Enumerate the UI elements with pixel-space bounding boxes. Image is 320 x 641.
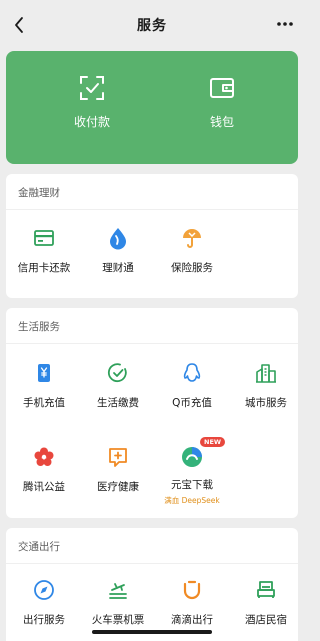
payment-panel: 收付款 钱包 [6,51,298,164]
flower-icon [34,447,54,466]
bed-icon [257,581,275,598]
item-label: 酒店民宿 [245,614,287,626]
item-label: 手机充值 [23,397,65,409]
phone-yen-icon [38,364,50,382]
section-title: 金融理财 [18,187,60,199]
check-circle-icon [107,363,127,383]
item-label: 城市服务 [245,397,287,409]
wallet-label: 钱包 [209,115,234,129]
home-indicator [92,630,212,634]
yuanbao-download-button[interactable]: NEW 元宝下载 满血 DeepSeek [156,437,228,506]
medical-health-button[interactable]: 医疗健康 [82,445,154,494]
wallet-button[interactable]: 钱包 [172,73,272,130]
item-label: 生活缴费 [97,397,139,409]
compass-icon [34,580,54,600]
train-flight-tickets-button[interactable]: 火车票机票 [82,578,154,627]
item-label: 理财通 [102,262,134,274]
page-title: 服务 [137,18,167,34]
receive-pay-label: 收付款 [73,115,110,129]
transport-section: 交通出行 出行服务 火车票机票 滴滴出行 酒店民宿 [6,528,298,641]
section-divider [6,563,298,564]
finance-section: 金融理财 信用卡还款 理财通 保险服务 [6,174,298,298]
section-divider [6,209,298,210]
navigation-bar: 服务 [0,0,304,50]
item-label: 信用卡还款 [17,262,71,274]
city-services-button[interactable]: 城市服务 [230,361,302,410]
back-button[interactable] [8,13,30,37]
item-label: 保险服务 [171,262,213,274]
section-title: 交通出行 [18,541,60,553]
more-dots-icon [277,22,293,26]
insurance-button[interactable]: 保险服务 [156,226,228,275]
item-label: Q币充值 [172,397,212,409]
wallet-icon [210,78,234,98]
umbrella-icon [183,229,201,248]
chevron-left-icon [15,17,23,33]
penguin-icon [183,363,201,382]
receive-pay-button[interactable]: 收付款 [42,73,142,130]
item-label: 火车票机票 [91,614,145,626]
credit-card-icon [34,230,54,246]
medical-chat-icon [109,448,127,467]
utility-payment-button[interactable]: 生活缴费 [82,361,154,410]
city-icon [256,364,276,383]
hotel-homestay-button[interactable]: 酒店民宿 [230,578,302,627]
drop-icon [110,228,126,250]
tencent-charity-button[interactable]: 腾讯公益 [8,445,80,494]
didi-icon [183,580,201,600]
item-label: 医疗健康 [97,481,139,493]
didi-button[interactable]: 滴滴出行 [156,578,228,627]
train-plane-icon [109,583,127,599]
q-coin-recharge-button[interactable]: Q币充值 [156,361,228,410]
licaitong-button[interactable]: 理财通 [82,226,154,275]
section-title: 生活服务 [18,321,60,333]
item-label: 腾讯公益 [23,481,65,493]
yuanbao-icon [182,447,202,467]
item-label: 出行服务 [23,614,65,626]
new-badge: NEW [200,437,226,447]
travel-service-button[interactable]: 出行服务 [8,578,80,627]
item-label: 元宝下载 [171,479,213,491]
section-divider [6,343,298,344]
life-services-section: 生活服务 手机充值 生活缴费 Q币充值 城市服务 腾讯公益 医疗健康 NEW 元… [6,308,298,518]
item-label: 滴滴出行 [171,614,213,626]
item-sublabel: 满血 DeepSeek [164,496,220,505]
scan-check-icon [80,76,104,100]
more-button[interactable] [274,16,296,32]
phone-recharge-button[interactable]: 手机充值 [8,361,80,410]
credit-card-repay-button[interactable]: 信用卡还款 [8,226,80,275]
